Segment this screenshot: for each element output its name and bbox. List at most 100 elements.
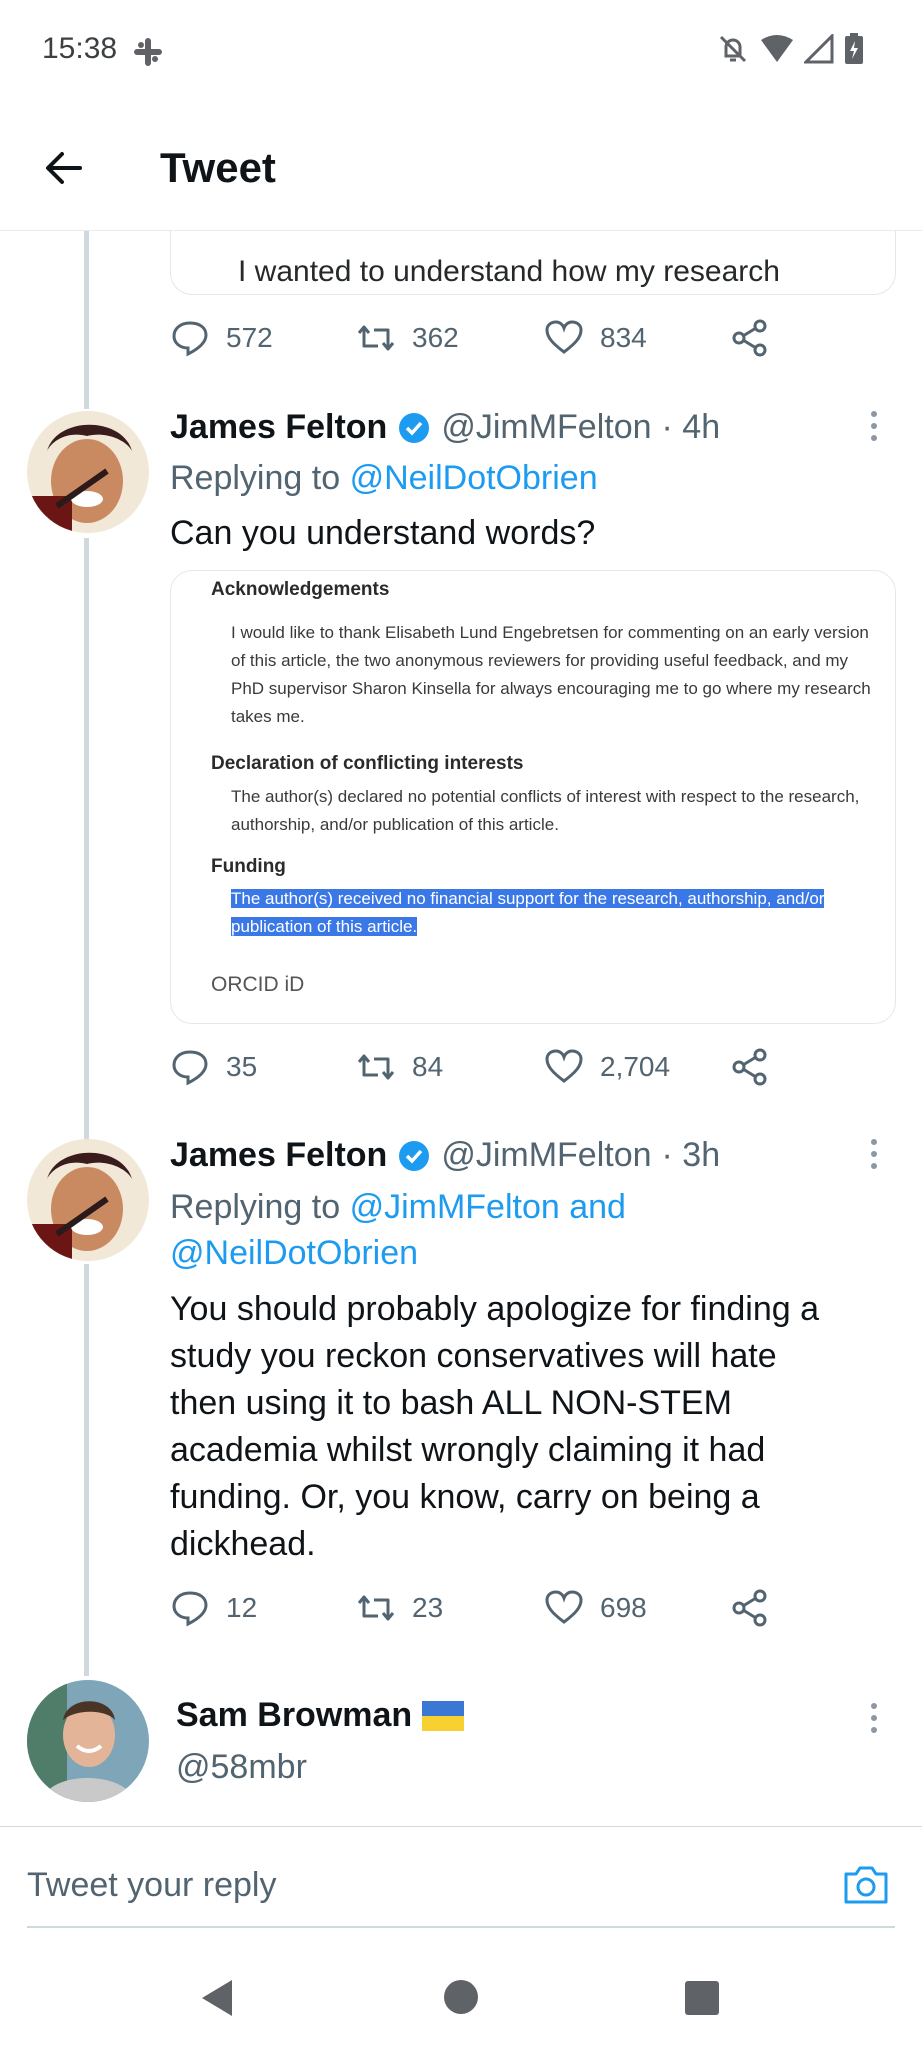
replying-prefix: Replying to: [170, 1188, 341, 1226]
mention-link[interactable]: @JimMFelton and: [350, 1188, 626, 1226]
funding-line-highlighted: publication of this article.: [231, 917, 418, 936]
like-action[interactable]: 698: [544, 1588, 647, 1628]
funding-body: The author(s) received no financial supp…: [231, 885, 825, 941]
coi-heading: Declaration of conflicting interests: [211, 753, 524, 774]
author-name[interactable]: James Felton: [170, 408, 387, 447]
retweet-action[interactable]: 23: [356, 1588, 443, 1628]
tweet-actions: 572 362 834: [170, 318, 830, 362]
ack-line: PhD supervisor Sharon Kinsella for alway…: [231, 679, 871, 698]
replying-prefix: Replying to: [170, 459, 341, 497]
retweet-count: 23: [412, 1592, 444, 1623]
signal-icon: [804, 34, 834, 64]
slack-notification-icon: [134, 38, 162, 66]
author-handle[interactable]: @58mbr: [176, 1748, 307, 1787]
more-options-icon[interactable]: [864, 1134, 884, 1174]
reply-icon: [172, 1591, 208, 1627]
author-handle[interactable]: @JimMFelton: [441, 408, 651, 447]
share-action[interactable]: [730, 1047, 770, 1087]
reply-count: 572: [226, 322, 273, 353]
like-action[interactable]: 2,704: [544, 1047, 670, 1087]
thread-line: [84, 538, 89, 1142]
avatar[interactable]: [27, 411, 149, 533]
wifi-icon: [761, 35, 793, 62]
retweet-count: 362: [412, 322, 459, 353]
author-handle[interactable]: @JimMFelton: [441, 1136, 651, 1175]
reply-action[interactable]: 35: [170, 1047, 257, 1087]
thread-line: [84, 1264, 89, 1676]
ack-line: takes me.: [231, 707, 305, 726]
share-icon: [732, 319, 767, 357]
funding-line-highlighted: The author(s) received no financial supp…: [231, 889, 825, 908]
reply-action[interactable]: 12: [170, 1588, 257, 1628]
retweet-icon: [357, 325, 395, 351]
heart-icon: [545, 1590, 583, 1624]
tweet-header: James Felton @JimMFelton · 3h: [170, 1136, 720, 1175]
tweet-text-line: then using it to bash ALL NON-STEM: [170, 1384, 732, 1422]
quoted-tweet-text: I wanted to understand how my research: [238, 255, 780, 288]
reply-count: 12: [226, 1592, 258, 1623]
share-icon: [732, 1048, 767, 1086]
thread-line: [84, 231, 89, 409]
like-count: 834: [600, 322, 647, 353]
more-options-icon[interactable]: [864, 406, 884, 446]
retweet-icon: [357, 1054, 395, 1080]
author-name[interactable]: James Felton: [170, 1136, 387, 1175]
reply-count: 35: [226, 1051, 258, 1082]
retweet-action[interactable]: 362: [356, 318, 459, 358]
mention-link[interactable]: @NeilDotObrien: [350, 459, 598, 497]
author-name[interactable]: Sam Browman: [176, 1696, 412, 1735]
ack-body: I would like to thank Elisabeth Lund Eng…: [231, 619, 871, 731]
status-icons: [716, 32, 864, 66]
replying-to: Replying to @JimMFelton and @NeilDotObri…: [170, 1184, 626, 1276]
mention-link[interactable]: @NeilDotObrien: [170, 1230, 626, 1276]
status-time: 15:38: [42, 32, 118, 65]
ack-line: I would like to thank Elisabeth Lund Eng…: [231, 623, 869, 642]
top-bar: [0, 100, 922, 231]
heart-icon: [545, 320, 583, 354]
reply-icon: [172, 321, 208, 357]
retweet-count: 84: [412, 1051, 444, 1082]
tweet-text: Can you understand words?: [170, 514, 596, 552]
reply-icon: [172, 1050, 208, 1086]
reply-action[interactable]: 572: [170, 318, 273, 358]
reply-underline: [27, 1926, 895, 1928]
share-action[interactable]: [730, 1588, 770, 1628]
orcid-label: ORCID iD: [211, 973, 305, 996]
tweet-image[interactable]: Acknowledgements I would like to thank E…: [170, 570, 896, 1024]
reply-input[interactable]: Tweet your reply: [27, 1866, 276, 1905]
tweet-text-line: study you reckon conservatives will hate: [170, 1337, 777, 1375]
replying-to: Replying to @NeilDotObrien: [170, 455, 598, 501]
retweet-action[interactable]: 84: [356, 1047, 443, 1087]
tweet-time: · 3h: [661, 1136, 721, 1174]
nav-home-icon[interactable]: [442, 1978, 480, 2016]
avatar[interactable]: [27, 1139, 149, 1261]
nav-recents-icon[interactable]: [684, 1980, 720, 2016]
tweet-actions: 35 84 2,704: [170, 1047, 830, 1091]
share-action[interactable]: [730, 318, 770, 358]
like-count: 2,704: [600, 1051, 671, 1082]
status-bar: 15:38: [0, 0, 922, 100]
share-icon: [732, 1589, 767, 1627]
avatar[interactable]: [27, 1680, 149, 1802]
tweet-text-line: dickhead.: [170, 1525, 316, 1563]
tweet-header: James Felton @JimMFelton · 4h: [170, 408, 720, 447]
more-options-icon[interactable]: [864, 1698, 884, 1738]
retweet-icon: [357, 1595, 395, 1621]
battery-icon: [845, 33, 863, 64]
ukraine-flag-icon: [422, 1700, 465, 1731]
funding-heading: Funding: [211, 856, 286, 877]
like-action[interactable]: 834: [544, 318, 647, 358]
tweet-text-line: You should probably apologize for findin…: [170, 1290, 820, 1328]
heart-icon: [545, 1049, 583, 1083]
verified-badge-icon: [399, 412, 430, 443]
back-arrow-icon[interactable]: [40, 144, 88, 192]
like-count: 698: [600, 1592, 647, 1623]
tweet-header: Sam Browman: [176, 1696, 465, 1735]
coi-line: The author(s) declared no potential conf…: [231, 787, 860, 806]
nav-back-icon[interactable]: [200, 1978, 236, 2018]
tweet-text-line: academia whilst wrongly claiming it had: [170, 1431, 766, 1469]
tweet-time: · 4h: [661, 408, 721, 446]
verified-badge-icon: [399, 1140, 430, 1171]
tweet-text-line: funding. Or, you know, carry on being a: [170, 1478, 760, 1516]
camera-icon[interactable]: [842, 1862, 890, 1906]
